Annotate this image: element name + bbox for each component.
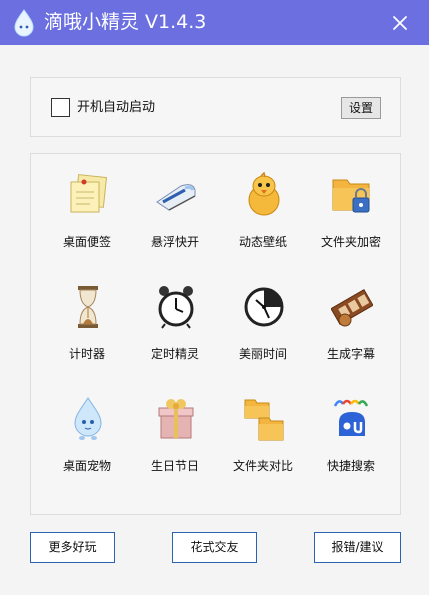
yellow-bird-icon [248, 172, 280, 216]
tool-desktop-pet[interactable]: 桌面宠物 [43, 378, 131, 478]
tool-label: 生日节日 [150, 459, 199, 473]
tool-sticky-notes[interactable]: 桌面便签 [43, 154, 131, 254]
tool-quick-search[interactable]: 快捷搜索 [307, 378, 395, 478]
settings-panel: 开机自动启动 设置 [30, 77, 401, 137]
tool-scheduler[interactable]: 定时精灵 [131, 266, 219, 366]
tool-folder-compare[interactable]: 文件夹对比 [219, 378, 307, 478]
fancy-friends-button[interactable]: 花式交友 [172, 532, 257, 563]
close-icon[interactable] [388, 11, 412, 35]
tool-label: 文件夹对比 [232, 459, 293, 473]
window-title: 滴哦小精灵 V1.4.3 [44, 11, 207, 33]
tool-birthdays-holidays[interactable]: 生日节日 [131, 378, 219, 478]
bullet-train-icon [156, 184, 196, 211]
tool-folder-encrypt[interactable]: 文件夹加密 [307, 154, 395, 254]
tools-panel: 桌面便签 悬浮快开 动态壁纸 文件夹加密 计时器 定时精灵 美丽时间 生成字幕 … [30, 153, 401, 515]
folders-compare-icon [244, 399, 284, 441]
tool-label: 桌面宠物 [62, 459, 111, 473]
tool-label: 计时器 [68, 347, 105, 361]
alarm-clock-icon [158, 286, 194, 329]
tool-label: 动态壁纸 [238, 235, 287, 249]
tool-beautiful-time[interactable]: 美丽时间 [219, 266, 307, 366]
folder-lock-icon [332, 179, 370, 213]
tool-label: 悬浮快开 [150, 235, 199, 249]
water-drop-logo-icon [14, 9, 34, 37]
water-drop-pet-icon [74, 397, 102, 440]
settings-button[interactable]: 设置 [341, 97, 381, 119]
more-fun-button[interactable]: 更多好玩 [30, 532, 115, 563]
tool-label: 桌面便签 [62, 235, 111, 249]
tool-quick-launch[interactable]: 悬浮快开 [131, 154, 219, 254]
sticky-notes-icon [70, 174, 108, 213]
report-suggestion-button[interactable]: 报错/建议 [314, 532, 401, 563]
hourglass-icon [78, 286, 98, 328]
tool-label: 文件夹加密 [320, 235, 381, 249]
tool-label: 生成字幕 [326, 347, 375, 361]
tool-live-wallpaper[interactable]: 动态壁纸 [219, 154, 307, 254]
autostart-checkbox[interactable] [51, 98, 70, 117]
tool-timer[interactable]: 计时器 [43, 266, 131, 366]
search-engine-icon [333, 399, 369, 436]
tool-label: 快捷搜索 [326, 459, 375, 473]
film-strip-icon [331, 289, 373, 327]
title-bar: 滴哦小精灵 V1.4.3 [0, 0, 429, 45]
gift-box-icon [158, 399, 194, 439]
tool-label: 定时精灵 [150, 347, 199, 361]
autostart-label[interactable]: 开机自动启动 [77, 99, 155, 117]
tool-subtitles[interactable]: 生成字幕 [307, 266, 395, 366]
clock-face-icon [244, 287, 284, 327]
tool-label: 美丽时间 [238, 347, 287, 361]
